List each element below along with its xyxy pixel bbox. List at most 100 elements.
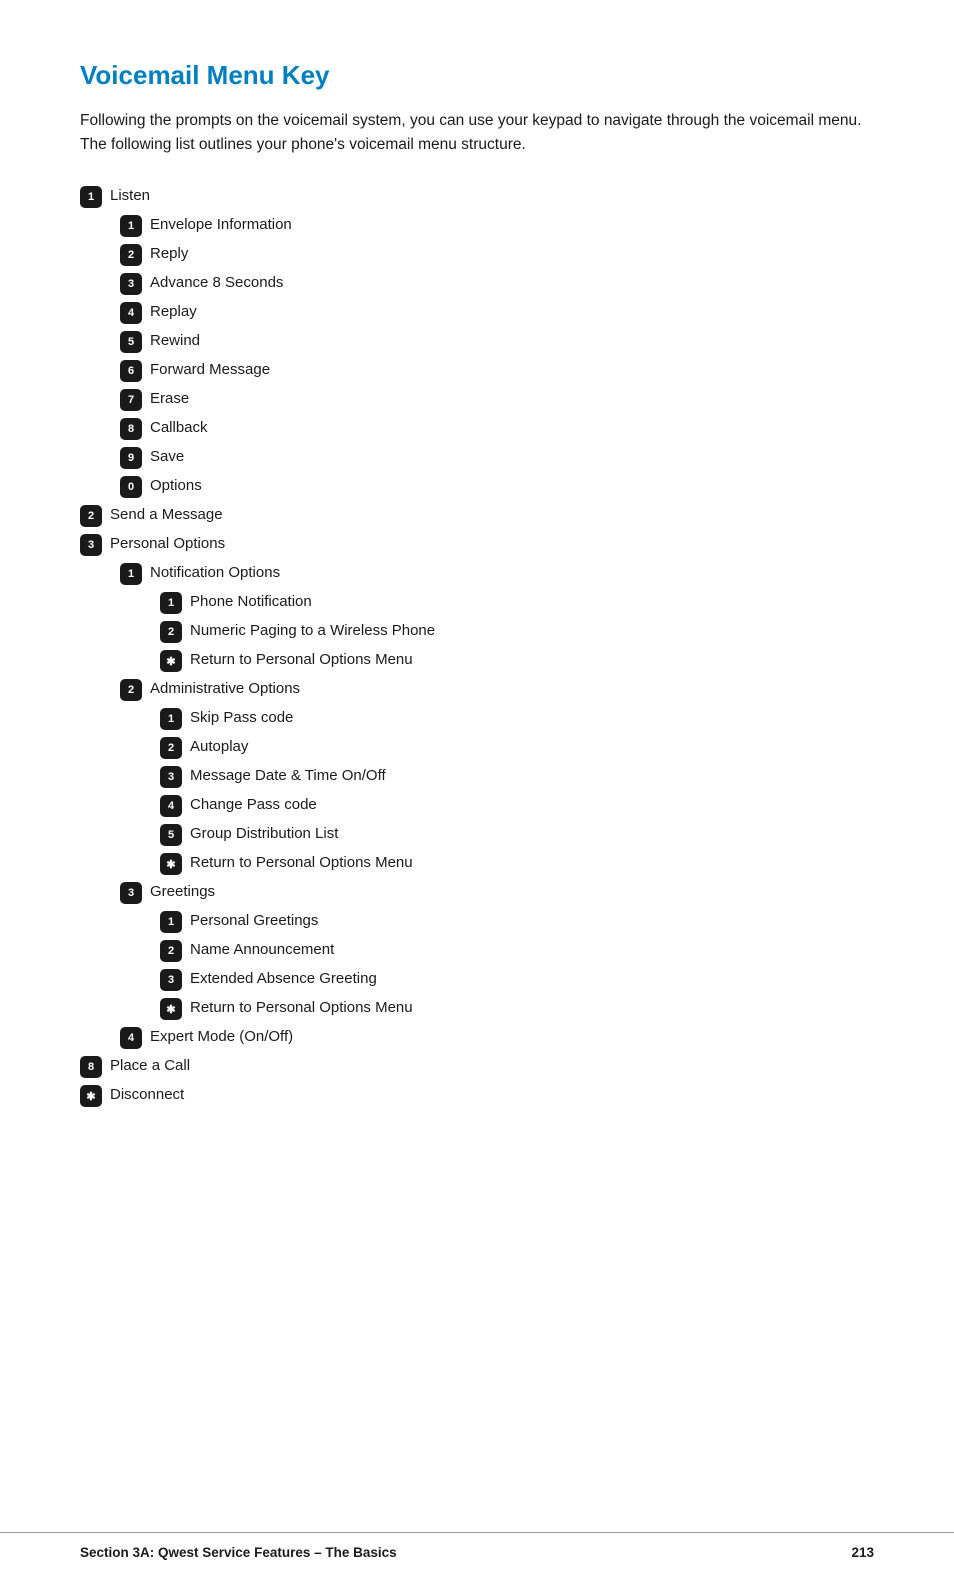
key-badge: ✱ — [160, 998, 182, 1020]
menu-item-label: Listen — [110, 185, 150, 208]
menu-item-label: Send a Message — [110, 504, 223, 527]
menu-item: 4 Expert Mode (On/Off) — [120, 1026, 874, 1049]
key-badge: 2 — [120, 244, 142, 266]
menu-item: ✱ Return to Personal Options Menu — [160, 997, 874, 1020]
menu-item: 2 Reply — [120, 243, 874, 266]
menu-item: 3 Greetings — [120, 881, 874, 904]
key-badge: 4 — [160, 795, 182, 817]
menu-item-label: Greetings — [150, 881, 215, 904]
key-badge: 1 — [160, 911, 182, 933]
key-badge: 3 — [120, 273, 142, 295]
key-badge: ✱ — [160, 650, 182, 672]
key-badge: 2 — [160, 940, 182, 962]
menu-item: 9 Save — [120, 446, 874, 469]
menu-item: 3 Message Date & Time On/Off — [160, 765, 874, 788]
menu-item-label: Message Date & Time On/Off — [190, 765, 386, 788]
menu-item: 2 Autoplay — [160, 736, 874, 759]
key-badge: 5 — [160, 824, 182, 846]
menu-item: 3 Extended Absence Greeting — [160, 968, 874, 991]
menu-item-label: Personal Options — [110, 533, 225, 556]
menu-item-label: Reply — [150, 243, 188, 266]
menu-item: ✱ Return to Personal Options Menu — [160, 649, 874, 672]
menu-item-label: Options — [150, 475, 202, 498]
menu-item: 2 Administrative Options — [120, 678, 874, 701]
menu-item-label: Envelope Information — [150, 214, 292, 237]
key-badge: 2 — [160, 621, 182, 643]
menu-item: 8 Place a Call — [80, 1055, 874, 1078]
page-footer: Section 3A: Qwest Service Features – The… — [0, 1532, 954, 1560]
key-badge: 3 — [160, 969, 182, 991]
key-badge: 1 — [120, 215, 142, 237]
menu-item: 8 Callback — [120, 417, 874, 440]
footer-left: Section 3A: Qwest Service Features – The… — [80, 1545, 397, 1560]
key-badge: 1 — [120, 563, 142, 585]
menu-item-label: Return to Personal Options Menu — [190, 649, 413, 672]
menu-item-label: Name Announcement — [190, 939, 334, 962]
page-container: Voicemail Menu Key Following the prompts… — [0, 0, 954, 1193]
menu-item-label: Save — [150, 446, 184, 469]
menu-item-label: Forward Message — [150, 359, 270, 382]
menu-item: 1 Notification Options — [120, 562, 874, 585]
menu-item-label: Extended Absence Greeting — [190, 968, 377, 991]
menu-item-label: Change Pass code — [190, 794, 317, 817]
menu-item: 5 Group Distribution List — [160, 823, 874, 846]
menu-item-label: Administrative Options — [150, 678, 300, 701]
key-badge: 2 — [120, 679, 142, 701]
intro-paragraph: Following the prompts on the voicemail s… — [80, 109, 874, 157]
key-badge: 0 — [120, 476, 142, 498]
menu-item: 6 Forward Message — [120, 359, 874, 382]
menu-item: 3 Advance 8 Seconds — [120, 272, 874, 295]
menu-item: 7 Erase — [120, 388, 874, 411]
key-badge: 8 — [80, 1056, 102, 1078]
menu-item-label: Expert Mode (On/Off) — [150, 1026, 293, 1049]
key-badge: 3 — [160, 766, 182, 788]
menu-item-label: Numeric Paging to a Wireless Phone — [190, 620, 435, 643]
menu-item-label: Place a Call — [110, 1055, 190, 1078]
menu-item: 1 Phone Notification — [160, 591, 874, 614]
key-badge: ✱ — [80, 1085, 102, 1107]
key-badge: 4 — [120, 1027, 142, 1049]
menu-item-label: Phone Notification — [190, 591, 312, 614]
menu-item-label: Rewind — [150, 330, 200, 353]
menu-item-label: Notification Options — [150, 562, 280, 585]
menu-item: 2 Send a Message — [80, 504, 874, 527]
menu-item: ✱ Return to Personal Options Menu — [160, 852, 874, 875]
menu-item-label: Personal Greetings — [190, 910, 318, 933]
footer-right: 213 — [851, 1545, 874, 1560]
menu-item-label: Disconnect — [110, 1084, 184, 1107]
menu-item: 2 Name Announcement — [160, 939, 874, 962]
menu-item: 1 Envelope Information — [120, 214, 874, 237]
menu-item-label: Advance 8 Seconds — [150, 272, 283, 295]
page-title: Voicemail Menu Key — [80, 60, 874, 91]
key-badge: 9 — [120, 447, 142, 469]
menu-item-label: Replay — [150, 301, 197, 324]
menu-item: 1 Personal Greetings — [160, 910, 874, 933]
key-badge: ✱ — [160, 853, 182, 875]
key-badge: 3 — [80, 534, 102, 556]
menu-item: 3 Personal Options — [80, 533, 874, 556]
menu-item-label: Skip Pass code — [190, 707, 293, 730]
key-badge: 1 — [160, 592, 182, 614]
key-badge: 6 — [120, 360, 142, 382]
menu-item-label: Autoplay — [190, 736, 248, 759]
key-badge: 1 — [80, 186, 102, 208]
key-badge: 1 — [160, 708, 182, 730]
menu-item: 1 Skip Pass code — [160, 707, 874, 730]
menu-item-label: Erase — [150, 388, 189, 411]
menu-item-label: Return to Personal Options Menu — [190, 852, 413, 875]
key-badge: 8 — [120, 418, 142, 440]
key-badge: 2 — [80, 505, 102, 527]
key-badge: 2 — [160, 737, 182, 759]
menu-item: 4 Replay — [120, 301, 874, 324]
menu-item: ✱ Disconnect — [80, 1084, 874, 1107]
voicemail-menu-list: 1 Listen 1 Envelope Information 2 Reply 3 Advan… — [80, 185, 874, 1107]
key-badge: 7 — [120, 389, 142, 411]
menu-item: 1 Listen — [80, 185, 874, 208]
menu-item-label: Return to Personal Options Menu — [190, 997, 413, 1020]
menu-item-label: Callback — [150, 417, 208, 440]
menu-item: 5Rewind — [120, 330, 874, 353]
key-badge: 4 — [120, 302, 142, 324]
menu-item: 0 Options — [120, 475, 874, 498]
menu-item-label: Group Distribution List — [190, 823, 338, 846]
key-badge: 3 — [120, 882, 142, 904]
